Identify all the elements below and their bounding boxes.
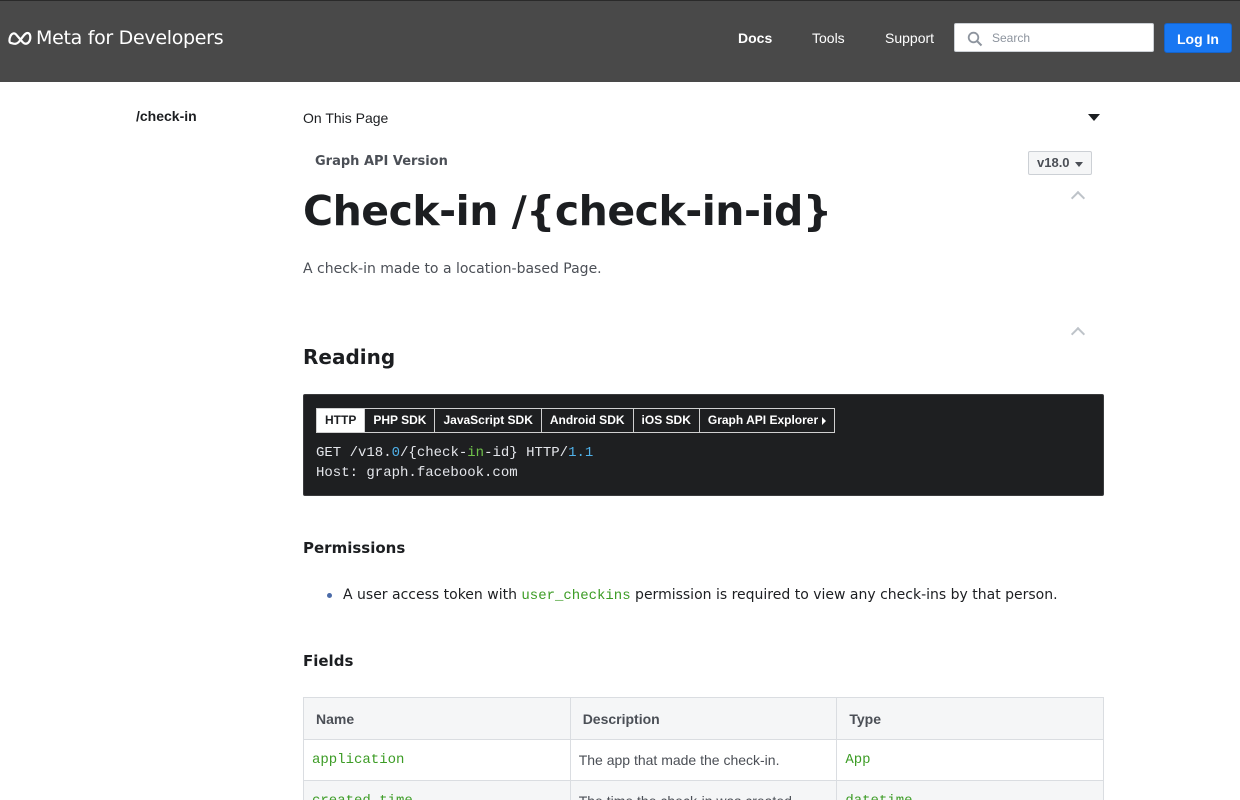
page-description: A check-in made to a location-based Page… [303, 261, 602, 277]
code-line-host: Host: graph.facebook.com [316, 465, 518, 481]
caret-right-icon [822, 416, 827, 425]
graph-api-version-label: Graph API Version [315, 154, 448, 169]
chevron-down-icon [1075, 162, 1083, 167]
reading-heading: Reading [303, 345, 396, 369]
caret-down-icon[interactable] [1088, 114, 1100, 121]
tab-graph-api-explorer[interactable]: Graph API Explorer [700, 409, 834, 432]
table-row: created_time The time the check-in was c… [303, 780, 1104, 800]
permissions-heading: Permissions [303, 539, 406, 557]
nav-docs[interactable]: Docs [738, 29, 772, 47]
code-number: 0 [391, 445, 401, 461]
permission-text: permission is required to view any check… [630, 587, 1058, 603]
field-description: The time the check-in was created. [569, 780, 838, 800]
table-header-row: Name Description Type [303, 697, 1104, 740]
sdk-tabs: HTTP PHP SDK JavaScript SDK Android SDK … [316, 408, 836, 433]
field-name: created_time [303, 780, 571, 800]
code-text: /{check- [400, 445, 468, 461]
permission-item: A user access token with user_checkins p… [343, 587, 1058, 604]
search-box [954, 23, 1154, 52]
top-nav-bar: Meta for Developers Docs Tools Support L… [0, 0, 1240, 82]
permission-code: user_checkins [521, 588, 631, 604]
tab-php-sdk[interactable]: PHP SDK [365, 409, 436, 432]
tab-javascript-sdk[interactable]: JavaScript SDK [435, 409, 542, 432]
code-number: 1.1 [568, 445, 594, 461]
column-header-description: Description [569, 697, 838, 740]
search-input[interactable] [992, 28, 1147, 48]
tab-graph-api-explorer-label: Graph API Explorer [707, 413, 819, 427]
column-header-name: Name [303, 697, 571, 740]
bullet-icon [327, 593, 332, 598]
nav-tools[interactable]: Tools [812, 29, 845, 47]
meta-infinity-icon [8, 31, 32, 45]
column-header-type: Type [836, 697, 1104, 740]
field-type-link[interactable]: App [836, 739, 1104, 781]
login-button[interactable]: Log In [1164, 23, 1232, 53]
permission-text: A user access token with [343, 587, 522, 603]
code-sample: HTTP PHP SDK JavaScript SDK Android SDK … [303, 394, 1104, 496]
field-description: The app that made the check-in. [569, 739, 838, 781]
field-name: application [303, 739, 571, 781]
tab-http[interactable]: HTTP [317, 409, 366, 432]
tab-ios-sdk[interactable]: iOS SDK [634, 409, 700, 432]
code-keyword: in [467, 445, 485, 461]
code-text: -id} HTTP/ [484, 445, 569, 461]
version-select[interactable]: v18.0 [1028, 151, 1092, 175]
on-this-page-toggle[interactable]: On This Page [303, 110, 388, 126]
fields-table: Name Description Type application The ap… [303, 697, 1104, 800]
back-to-top-icon[interactable] [1070, 190, 1086, 206]
brand-name: Meta for Developers [36, 27, 224, 49]
version-select-value: v18.0 [1037, 155, 1070, 170]
back-to-top-icon[interactable] [1070, 326, 1086, 342]
table-row: application The app that made the check-… [303, 739, 1104, 781]
search-icon [967, 31, 983, 47]
page-title: Check-in /{check-in-id} [303, 187, 832, 235]
meta-logo-link[interactable]: Meta for Developers [8, 27, 224, 49]
sidebar-item-check-in[interactable]: /check-in [136, 108, 197, 124]
nav-support[interactable]: Support [885, 29, 934, 47]
tab-android-sdk[interactable]: Android SDK [542, 409, 634, 432]
code-block: GET /v18.0/{check-in-id} HTTP/1.1 Host: … [316, 443, 593, 483]
fields-heading: Fields [303, 652, 354, 670]
code-text: GET /v18. [316, 445, 392, 461]
field-type: datetime [836, 780, 1104, 800]
